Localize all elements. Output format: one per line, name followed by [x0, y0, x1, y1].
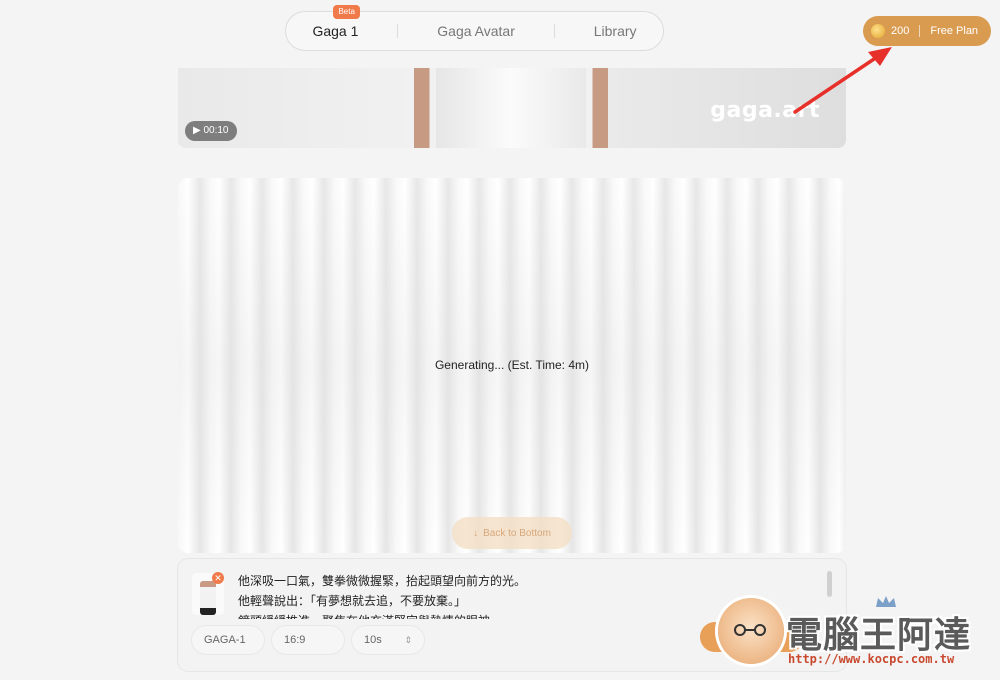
remove-image-icon[interactable]: ✕ — [212, 572, 224, 584]
plan-label: Free Plan — [930, 25, 979, 37]
duration-select[interactable]: 10s ⇕ — [352, 626, 424, 654]
credits-count: 200 — [891, 25, 910, 37]
coin-icon — [871, 24, 885, 38]
reference-image-figure — [200, 581, 216, 615]
plan-credits-button[interactable]: 200 Free Plan — [863, 16, 991, 46]
tab-library[interactable]: Library — [580, 11, 651, 51]
arrow-down-icon: ↓ — [473, 527, 479, 539]
back-to-bottom-label: Back to Bottom — [483, 527, 551, 539]
brand-mascot-icon — [718, 598, 784, 664]
glasses-icon — [734, 624, 766, 636]
page: Gaga 1 Beta Gaga Avatar Library 200 Free… — [0, 0, 1000, 680]
back-to-bottom-button[interactable]: ↓ Back to Bottom — [452, 517, 572, 549]
plan-divider — [919, 25, 921, 37]
tab-divider — [397, 24, 399, 38]
video-preview-card[interactable]: gaga.art ▶ 00:10 — [178, 68, 846, 148]
brand-name: 電腦王阿達 — [786, 615, 972, 656]
brand-url: http://www.kocpc.com.tw — [788, 652, 955, 666]
tab-divider — [553, 24, 555, 38]
aspect-ratio-value: 16:9 — [284, 634, 306, 646]
generating-status: Generating... (Est. Time: 4m) — [434, 358, 590, 372]
tab-library-label: Library — [593, 23, 637, 39]
video-thumbnail-shirt — [436, 68, 586, 148]
video-watermark: gaga.art — [710, 98, 820, 123]
tab-gaga-avatar[interactable]: Gaga Avatar — [423, 11, 529, 51]
tab-gaga-1[interactable]: Gaga 1 Beta — [298, 5, 372, 51]
video-thumbnail-figure — [414, 68, 608, 148]
model-select[interactable]: GAGA-1 — [192, 626, 264, 654]
tab-gaga-1-label: Gaga 1 — [312, 23, 359, 39]
video-duration-badge[interactable]: ▶ 00:10 — [185, 121, 237, 141]
site-brand-watermark: 電腦王阿達 http://www.kocpc.com.tw — [700, 592, 998, 678]
beta-badge: Beta — [333, 5, 360, 19]
generating-panel: Generating... (Est. Time: 4m) ↓ Back to … — [178, 178, 846, 553]
top-nav-tabs: Gaga 1 Beta Gaga Avatar Library — [285, 5, 664, 51]
aspect-ratio-select[interactable]: 16:9 — [272, 626, 344, 654]
duration-value: 10s — [364, 634, 382, 646]
prompt-line: 他深吸一口氣，雙拳微微握緊，抬起頭望向前方的光。 — [238, 574, 527, 588]
up-down-chevron-icon: ⇕ — [404, 634, 412, 645]
tab-gaga-avatar-label: Gaga Avatar — [437, 23, 515, 39]
generation-options: GAGA-1 16:9 10s ⇕ — [192, 626, 424, 654]
model-select-value: GAGA-1 — [204, 634, 246, 646]
